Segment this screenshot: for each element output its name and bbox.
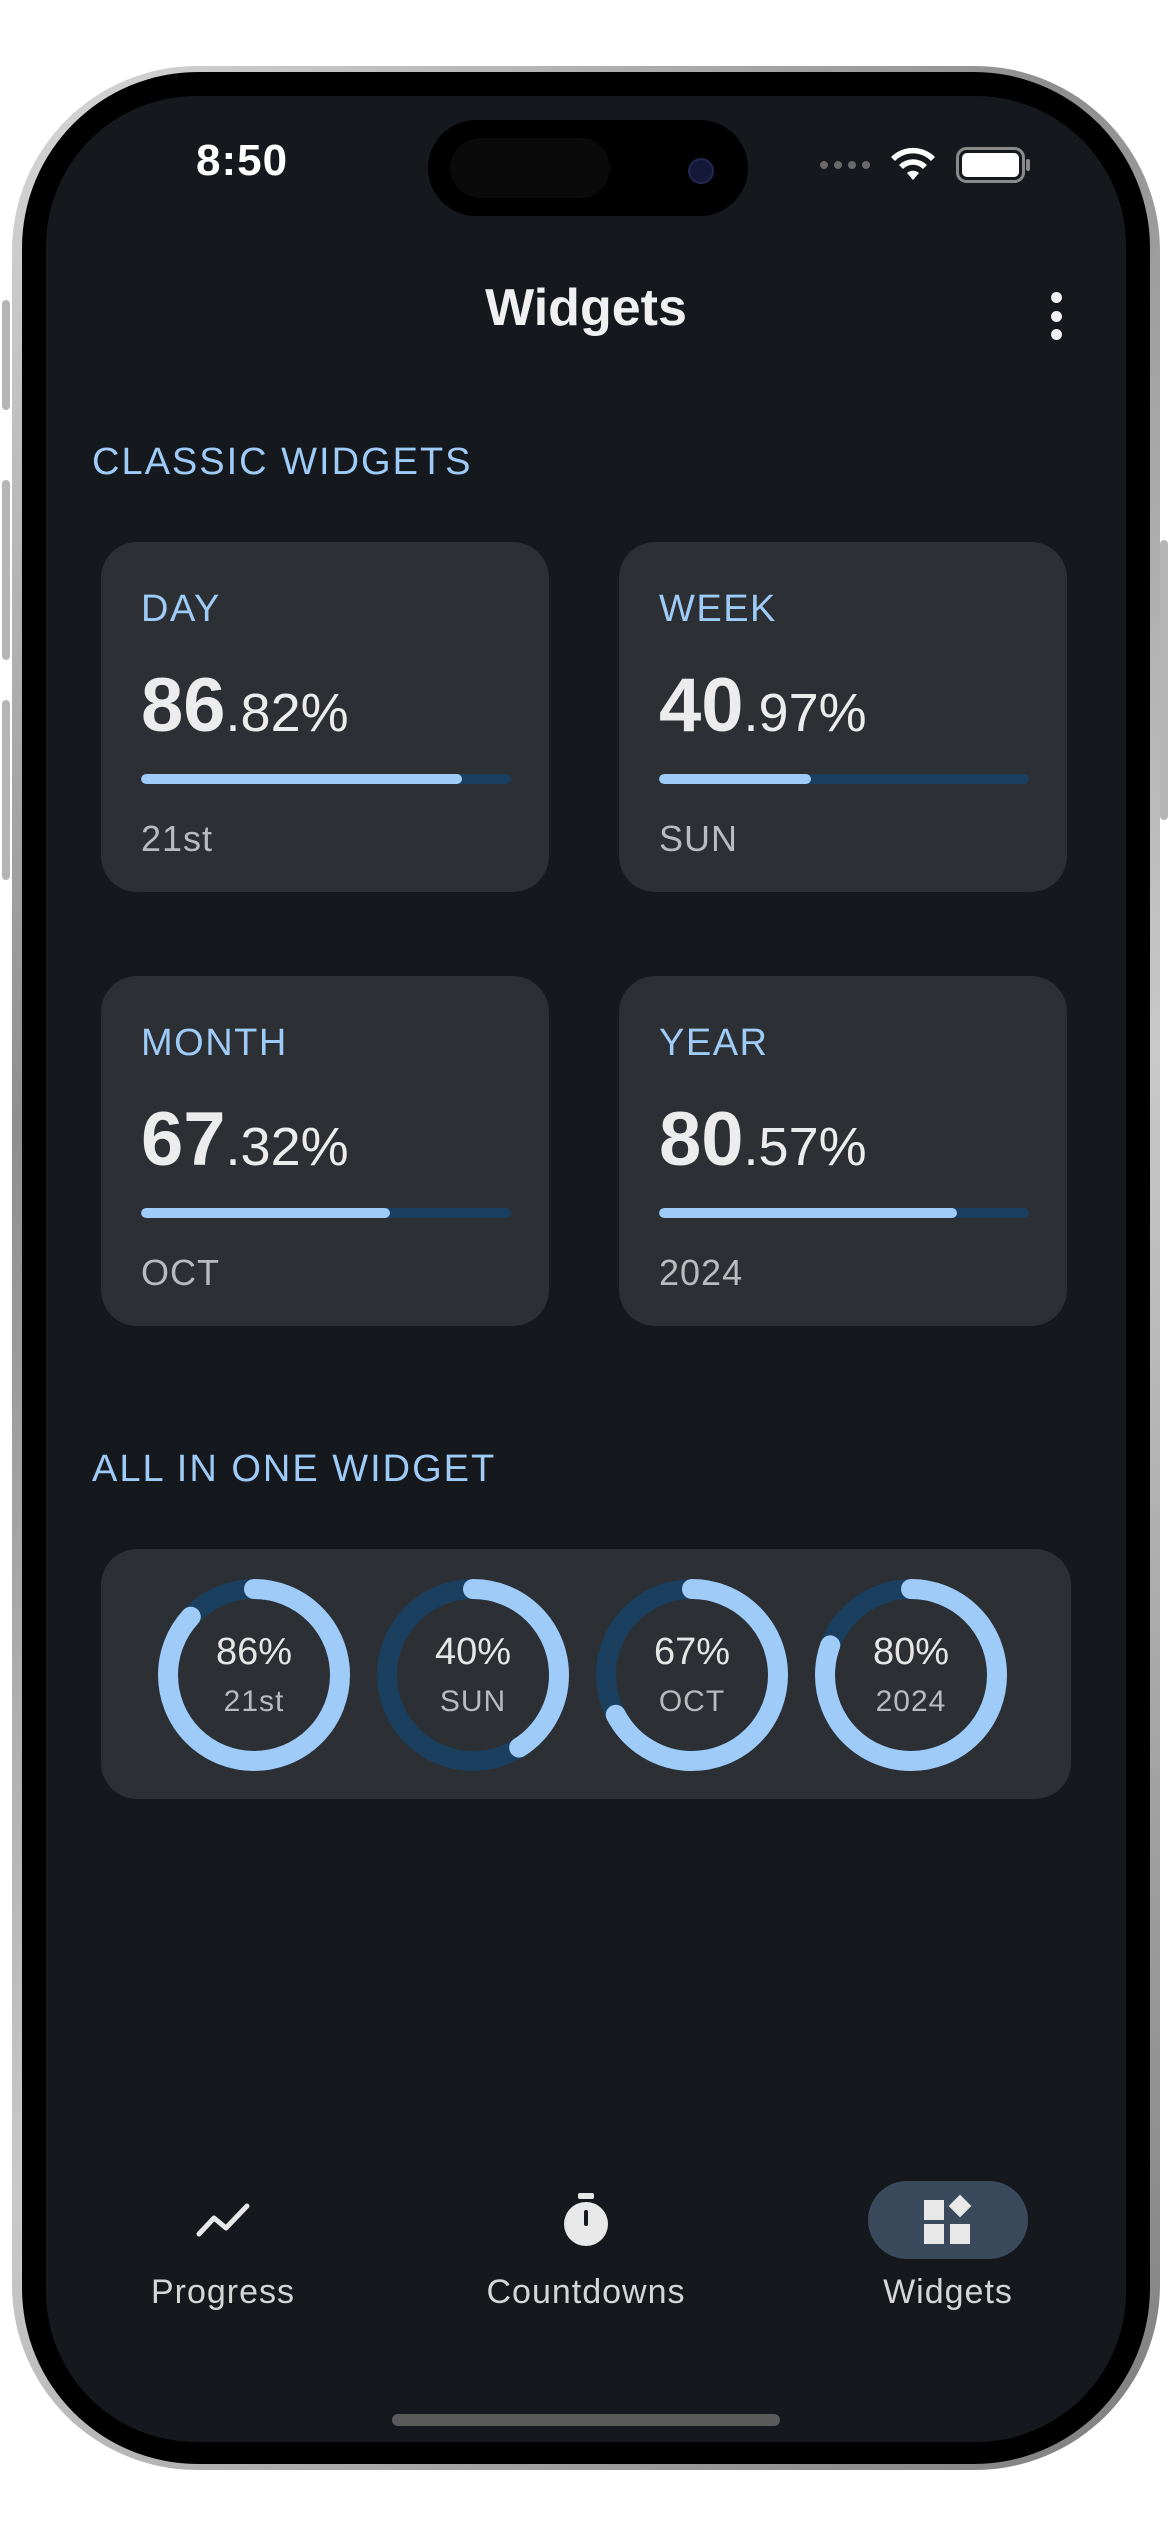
nav-label: Progress (150, 2273, 296, 2311)
card-title: MONTH (141, 1022, 288, 1064)
ring-subtitle: 21st (223, 1685, 285, 1718)
widget-card-month[interactable]: MONTH 67.32% OCT (101, 976, 549, 1326)
dynamic-island (428, 120, 748, 216)
nav-icon-container (143, 2181, 303, 2259)
nav-label: Widgets (883, 2273, 1013, 2311)
ring-subtitle: 2024 (875, 1685, 947, 1718)
volume-down-button (2, 700, 10, 880)
card-subtitle: OCT (141, 1252, 220, 1293)
card-subtitle: 21st (141, 818, 214, 859)
card-value: 86.82% (141, 663, 349, 748)
ring-subtitle: SUN (439, 1685, 507, 1718)
trending-line-icon (196, 2203, 250, 2237)
card-title: WEEK (659, 588, 777, 630)
screen: 8:50 Widgets CLASSIC WIDGETS DAY 86.82% … (46, 96, 1126, 2442)
ring-subtitle: OCT (658, 1685, 726, 1718)
section-label-all-in-one: ALL IN ONE WIDGET (92, 1448, 497, 1490)
widget-card-year[interactable]: YEAR 80.57% 2024 (619, 976, 1067, 1326)
battery-icon (956, 147, 1030, 183)
cellular-signal-icon (820, 161, 870, 169)
progress-bar (141, 774, 511, 784)
nav-item-countdowns[interactable]: Countdowns (456, 2181, 716, 2312)
section-label-classic: CLASSIC WIDGETS (92, 441, 473, 483)
wifi-icon (891, 147, 935, 180)
nav-item-widgets[interactable]: Widgets (818, 2181, 1078, 2312)
progress-bar (141, 1208, 511, 1218)
page-title: Widgets (485, 279, 687, 337)
ring-graphic (596, 1579, 788, 1771)
card-title: YEAR (659, 1022, 769, 1064)
progress-ring-month: 67% OCT (594, 1577, 790, 1773)
ring-graphic (158, 1579, 350, 1771)
stopwatch-icon (564, 2193, 608, 2246)
nav-icon-container (506, 2181, 666, 2259)
ring-graphic (377, 1579, 569, 1771)
progress-ring-day: 86% 21st (156, 1577, 352, 1773)
status-icons (820, 146, 1032, 184)
card-value: 40.97% (659, 663, 867, 748)
progress-bar (659, 774, 1029, 784)
nav-label: Countdowns (486, 2273, 686, 2311)
progress-ring-year: 80% 2024 (813, 1577, 1009, 1773)
card-subtitle: SUN (659, 818, 739, 859)
ring-percent: 86% (215, 1631, 293, 1673)
widgets-icon (924, 2194, 972, 2244)
ring-percent: 67% (653, 1631, 731, 1673)
card-title: DAY (141, 588, 221, 630)
nav-active-indicator (868, 2181, 1028, 2259)
ring-percent: 40% (434, 1631, 512, 1673)
action-button (2, 300, 10, 410)
volume-up-button (2, 480, 10, 660)
card-subtitle: 2024 (659, 1252, 744, 1293)
home-indicator[interactable] (392, 2414, 780, 2426)
progress-ring-week: 40% SUN (375, 1577, 571, 1773)
nav-item-progress[interactable]: Progress (93, 2181, 353, 2312)
ring-percent: 80% (872, 1631, 950, 1673)
ring-graphic (815, 1579, 1007, 1771)
island-sensor (450, 138, 610, 198)
front-camera-icon (688, 158, 714, 184)
card-value: 80.57% (659, 1097, 867, 1182)
widget-card-day[interactable]: DAY 86.82% 21st (101, 542, 549, 892)
progress-bar (659, 1208, 1029, 1218)
status-time: 8:50 (196, 136, 289, 185)
more-options-icon[interactable] (1036, 292, 1076, 340)
widget-card-week[interactable]: WEEK 40.97% SUN (619, 542, 1067, 892)
all-in-one-widget[interactable]: 86% 21st 40% SUN 67% OCT 80% 2024 (101, 1549, 1071, 1799)
card-value: 67.32% (141, 1097, 349, 1182)
power-button (1160, 540, 1168, 820)
